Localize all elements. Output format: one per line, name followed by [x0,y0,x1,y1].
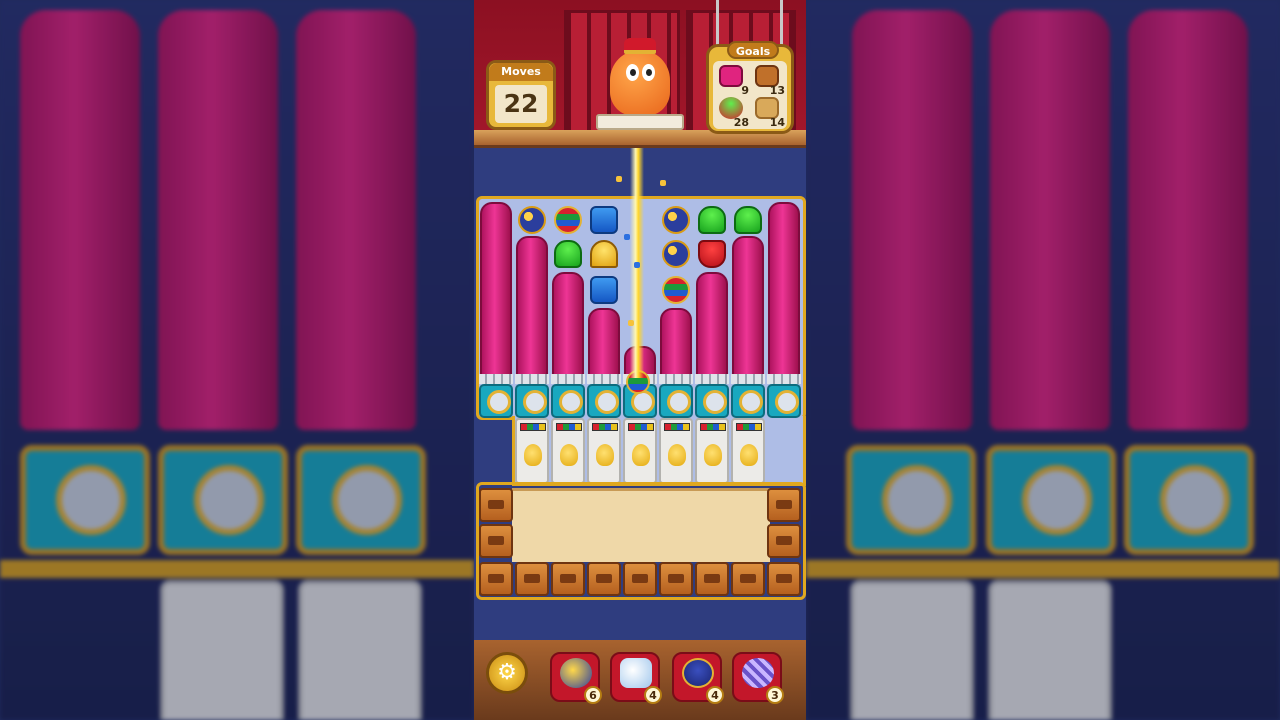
clock-icon[interactable] [659,384,693,418]
curtain-blocker[interactable] [768,202,800,378]
bell-booster-button[interactable]: 4 [672,652,724,704]
striped-ball-piece[interactable] [662,276,690,304]
panel-rope [780,0,783,48]
curtain-blocker[interactable] [552,272,584,378]
green-lamp-piece[interactable] [554,240,582,268]
glove-booster-icon [620,658,652,688]
reservation-book [596,114,684,130]
curtain-blocker[interactable] [660,308,692,378]
spike-strip [587,374,621,384]
curtain-blocker[interactable] [588,308,620,378]
hammer-booster-icon [560,658,592,688]
curtain-blocker[interactable] [696,272,728,378]
clock-icon[interactable] [695,384,729,418]
hammer-booster-button[interactable]: 6 [550,652,602,704]
booster-count: 3 [766,686,784,704]
clock-icon[interactable] [551,384,585,418]
striped-ball-piece[interactable] [554,206,582,234]
panel-rope [716,0,719,48]
disco-ball-booster-button[interactable]: 3 [732,652,784,704]
green-lamp-piece[interactable] [734,206,762,234]
spark-particle [624,234,630,240]
spike-strip [551,374,585,384]
rubber-duck-icon [524,444,542,466]
moves-panel: Moves 22 [486,60,556,130]
bellhop-character [596,38,684,134]
rocket-ball-piece[interactable] [518,206,546,234]
sand-area-border [476,482,806,600]
clock-icon[interactable] [479,384,513,418]
booster-count: 4 [706,686,724,704]
yellow-bell-piece[interactable] [590,240,618,268]
pink-curtain-icon [719,65,743,87]
clock-icon[interactable] [587,384,621,418]
goals-label: Goals [727,41,779,59]
red-pot-piece[interactable] [698,240,726,268]
bellhop-hat-icon [624,38,656,54]
rocket-ball-piece[interactable] [662,206,690,234]
moves-counter: 22 [495,85,547,123]
duck-machine[interactable] [515,418,549,484]
rubber-duck-icon [596,444,614,466]
spike-strip [479,374,513,384]
spark-particle [634,262,640,268]
goal-count: 14 [769,116,785,129]
blurred-background-right [806,0,1280,720]
spike-strip [731,374,765,384]
goal-count: 28 [733,116,749,129]
blue-suitcase-piece[interactable] [590,276,618,304]
booster-count: 4 [644,686,662,704]
duck-machine[interactable] [695,418,729,484]
moves-label: Moves [489,63,553,81]
curtain-blocker[interactable] [480,202,512,378]
clock-icon[interactable] [515,384,549,418]
booster-count: 6 [584,686,602,704]
duck-machine[interactable] [587,418,621,484]
disco-ball-booster-icon [742,658,774,688]
clock-icon[interactable] [731,384,765,418]
green-lamp-piece[interactable] [698,206,726,234]
gear-icon[interactable]: ⚙ [486,652,528,694]
clock-icon[interactable] [767,384,801,418]
goal-plant: 28 [715,95,751,129]
duck-machine[interactable] [551,418,585,484]
goals-panel: 9 13 28 14 Goals [706,41,794,134]
goal-sand: 14 [751,95,787,129]
spike-strip [515,374,549,384]
rubber-duck-icon [632,444,650,466]
duck-machine[interactable] [731,418,765,484]
spark-particle [660,180,666,186]
duck-machine[interactable] [659,418,693,484]
game-column: Moves 22 9 13 28 14 Goals ⚙ 6 4 4 3 [474,0,806,720]
goal-box: 13 [751,63,787,97]
blurred-background-left [0,0,474,720]
rubber-duck-icon [560,444,578,466]
rubber-duck-icon [740,444,758,466]
rocket-ball-piece[interactable] [662,240,690,268]
goal-curtain: 9 [715,63,751,97]
spark-particle [628,320,634,326]
spike-strip [767,374,801,384]
spark-particle [616,176,622,182]
blue-suitcase-piece[interactable] [590,206,618,234]
spike-strip [659,374,693,384]
curtain-blocker[interactable] [516,236,548,378]
glove-booster-button[interactable]: 4 [610,652,662,704]
game-screen: Moves 22 9 13 28 14 Goals ⚙ 6 4 4 3 [0,0,1280,720]
rubber-duck-icon [668,444,686,466]
duck-machine[interactable] [623,418,657,484]
rubber-duck-icon [704,444,722,466]
spike-strip [695,374,729,384]
curtain-blocker[interactable] [732,236,764,378]
bell-booster-icon [682,658,714,688]
